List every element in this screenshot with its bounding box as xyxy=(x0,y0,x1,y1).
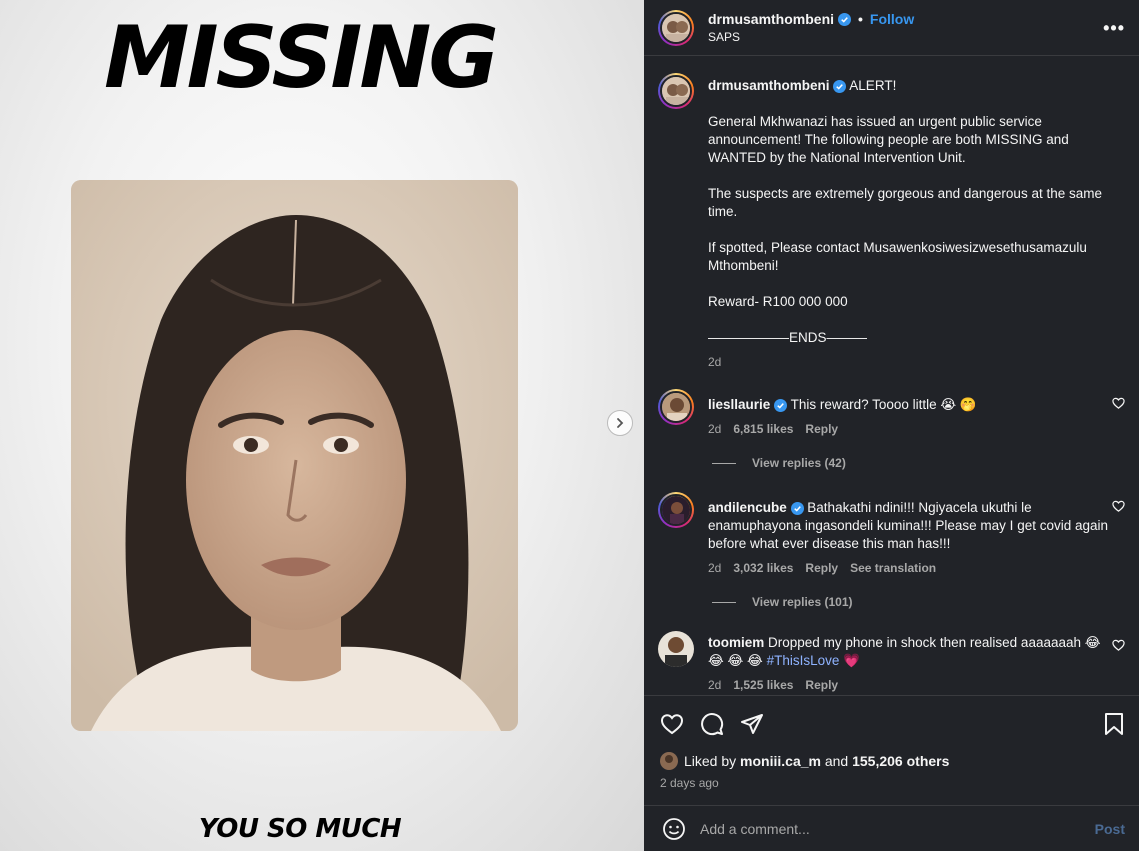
portrait-photo xyxy=(71,180,518,731)
see-translation-button[interactable]: See translation xyxy=(850,559,936,577)
caption-username[interactable]: drmusamthombeni xyxy=(708,78,830,93)
caption-paragraph: Reward- R100 000 000 xyxy=(708,294,848,309)
emoji-icon[interactable] xyxy=(662,817,686,841)
comment-likes[interactable]: 1,525 likes xyxy=(733,676,793,694)
comment-item: liesllaurie This reward? Toooo little 😭 … xyxy=(658,389,1125,438)
liked-by-user[interactable]: moniii.ca_m xyxy=(740,753,821,769)
comments-list[interactable]: drmusamthombeni ALERT! General Mkhwanazi… xyxy=(644,57,1139,694)
liker-avatar[interactable] xyxy=(660,752,678,770)
comment-age[interactable]: 2d xyxy=(708,420,721,438)
caption-paragraph: ——————ENDS——— xyxy=(708,330,868,345)
media-headline: MISSING xyxy=(104,8,499,108)
author-avatar[interactable] xyxy=(658,9,694,46)
caption-paragraph: If spotted, Please contact Musawenkosiwe… xyxy=(708,240,1087,273)
reply-button[interactable]: Reply xyxy=(805,420,838,438)
media-bottom-text: YOU SO MUCH xyxy=(198,814,402,844)
liked-by-prefix: Liked by xyxy=(684,753,737,769)
post-timestamp[interactable]: 2 days ago xyxy=(660,776,1125,790)
chevron-right-icon xyxy=(617,418,624,428)
comment-bubble-icon[interactable] xyxy=(700,712,724,736)
follow-button[interactable]: Follow xyxy=(870,11,914,27)
view-replies-label: View replies (101) xyxy=(752,595,853,609)
commenter-avatar[interactable] xyxy=(658,631,694,667)
more-options-icon[interactable]: ••• xyxy=(1103,18,1125,39)
next-slide-button[interactable] xyxy=(607,410,633,436)
bookmark-icon[interactable] xyxy=(1103,712,1125,736)
like-heart-icon[interactable] xyxy=(660,712,684,736)
comment-age[interactable]: 2d xyxy=(708,676,721,694)
comment-item: andilencube Bathakathi ndini!!! Ngiyacel… xyxy=(658,492,1125,577)
replies-divider xyxy=(712,462,736,464)
comment-likes[interactable]: 6,815 likes xyxy=(733,420,793,438)
like-comment-heart-icon[interactable] xyxy=(1112,397,1125,410)
caption-age[interactable]: 2d xyxy=(708,353,721,371)
separator-dot: • xyxy=(858,11,863,27)
verified-badge-icon xyxy=(790,501,804,515)
liked-by-and: and xyxy=(824,753,849,769)
comment-username[interactable]: liesllaurie xyxy=(708,397,770,412)
post-detail-panel: drmusamthombeni • Follow SAPS ••• drmusa… xyxy=(644,0,1139,851)
verified-badge-icon xyxy=(833,79,847,93)
view-replies-button[interactable]: View replies (101) xyxy=(712,595,1125,609)
like-comment-heart-icon[interactable] xyxy=(1112,500,1125,513)
author-username[interactable]: drmusamthombeni xyxy=(708,11,834,27)
reply-button[interactable]: Reply xyxy=(805,676,838,694)
likes-count[interactable]: 155,206 others xyxy=(852,753,949,769)
reply-button[interactable]: Reply xyxy=(805,559,838,577)
comment-username[interactable]: toomiem xyxy=(708,635,764,650)
view-replies-label: View replies (42) xyxy=(752,456,846,470)
replies-divider xyxy=(712,601,736,603)
comment-text: This reward? Toooo little 😭 🤭 xyxy=(790,397,977,412)
comment-input[interactable]: Add a comment... xyxy=(700,821,1095,837)
commenter-avatar[interactable] xyxy=(658,389,694,425)
comment-likes[interactable]: 3,032 likes xyxy=(733,559,793,577)
post-comment-button[interactable]: Post xyxy=(1095,821,1125,837)
view-replies-button[interactable]: View replies (42) xyxy=(712,456,1125,470)
post-actions: Liked by moniii.ca_m and 155,206 others … xyxy=(644,695,1139,790)
verified-badge-icon xyxy=(774,398,788,412)
liked-by: Liked by moniii.ca_m and 155,206 others xyxy=(660,752,1125,770)
caption-paragraph: General Mkhwanazi has issued an urgent p… xyxy=(708,114,1069,165)
comment-username[interactable]: andilencube xyxy=(708,500,787,515)
heart-emoji: 💗 xyxy=(843,653,860,668)
caption-paragraph: The suspects are extremely gorgeous and … xyxy=(708,186,1102,219)
add-comment-bar: Add a comment... Post xyxy=(644,805,1139,851)
caption-first-line: ALERT! xyxy=(849,78,897,93)
hashtag-link[interactable]: #ThisIsLove xyxy=(767,653,840,668)
post-location[interactable]: SAPS xyxy=(708,30,914,44)
post-header: drmusamthombeni • Follow SAPS ••• xyxy=(644,0,1139,56)
caption-avatar[interactable] xyxy=(658,73,694,109)
comment-item: toomiem Dropped my phone in shock then r… xyxy=(658,631,1125,694)
post-caption: drmusamthombeni ALERT! General Mkhwanazi… xyxy=(658,73,1125,371)
post-media: MISSING YOU SO MUCH xyxy=(0,0,644,851)
comment-age[interactable]: 2d xyxy=(708,559,721,577)
commenter-avatar[interactable] xyxy=(658,492,694,528)
like-comment-heart-icon[interactable] xyxy=(1112,639,1125,652)
verified-badge-icon xyxy=(838,12,852,26)
share-send-icon[interactable] xyxy=(740,712,764,736)
